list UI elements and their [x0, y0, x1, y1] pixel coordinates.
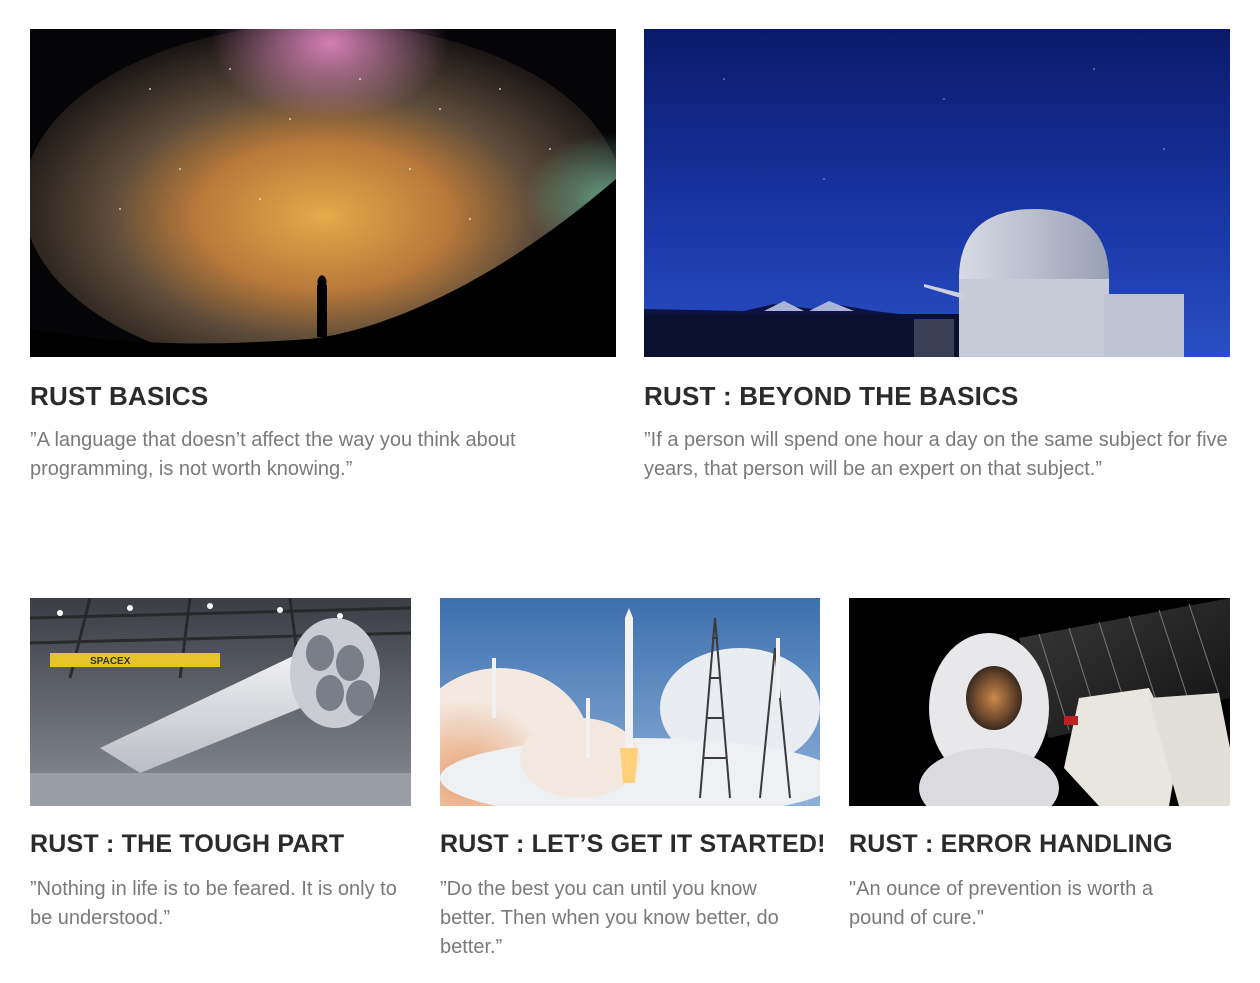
rocket-hangar-image[interactable]: SPACEX — [30, 598, 411, 806]
rocket-launch-image[interactable] — [440, 598, 821, 806]
course-quote: ”A language that doesn’t affect the way … — [30, 429, 516, 480]
astronaut-image[interactable] — [849, 598, 1230, 806]
spacex-logo: SPACEX — [90, 656, 131, 667]
course-quote: ”If a person will spend one hour a day o… — [644, 429, 1228, 480]
course-title[interactable]: RUST : THE TOUGH PART — [30, 830, 344, 859]
course-quote: ”Nothing in life is to be feared. It is … — [30, 878, 397, 929]
course-quote: ”Do the best you can until you know bett… — [440, 878, 779, 958]
course-title[interactable]: RUST : LET’S GET IT STARTED! — [440, 830, 826, 859]
course-title[interactable]: RUST : BEYOND THE BASICS — [644, 381, 1019, 412]
observatory-image[interactable] — [644, 29, 1230, 357]
course-title[interactable]: RUST BASICS — [30, 381, 208, 412]
course-quote: "An ounce of prevention is worth a pound… — [849, 878, 1153, 929]
milky-way-image[interactable] — [30, 29, 616, 357]
course-title[interactable]: RUST : ERROR HANDLING — [849, 830, 1173, 859]
